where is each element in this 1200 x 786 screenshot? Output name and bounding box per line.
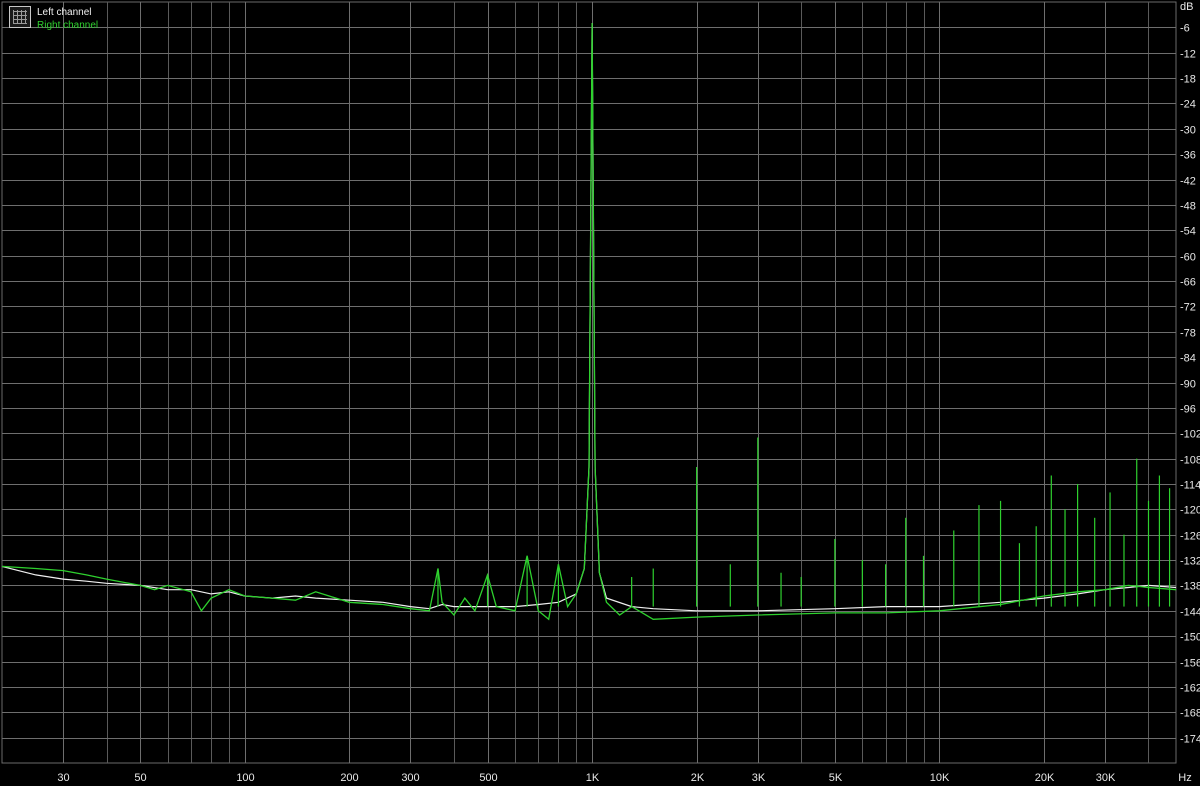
x-tick-label: 30K <box>1096 772 1116 784</box>
y-tick-label: -96 <box>1180 404 1196 416</box>
x-tick-label: 50 <box>134 772 146 784</box>
legend-labels: Left channel Right channel <box>37 6 98 32</box>
y-tick-label: -162 <box>1180 683 1200 695</box>
x-tick-label: 5K <box>829 772 843 784</box>
y-tick-label: -42 <box>1180 176 1196 188</box>
y-tick-label: -48 <box>1180 201 1196 213</box>
y-tick-label: -24 <box>1180 99 1196 111</box>
y-tick-label: -150 <box>1180 632 1200 644</box>
y-tick-label: -168 <box>1180 708 1200 720</box>
grid-toggle-icon[interactable] <box>9 6 31 28</box>
y-tick-label: -12 <box>1180 49 1196 61</box>
y-tick-label: -156 <box>1180 658 1200 670</box>
y-tick-label: -90 <box>1180 379 1196 391</box>
x-unit-label: Hz <box>1178 772 1191 784</box>
x-tick-label: 1K <box>586 772 600 784</box>
y-tick-label: -78 <box>1180 328 1196 340</box>
y-tick-label: -144 <box>1180 607 1200 619</box>
y-tick-label: -84 <box>1180 353 1196 365</box>
y-tick-label: -30 <box>1180 125 1196 137</box>
spectrum-plot: 30 50 100 200 300 500 1K 2K 3K 5K 10K 20K 30K Hz -6 -12… <box>1 1 1200 784</box>
y-tick-label: -60 <box>1180 252 1196 264</box>
x-tick-label: 2K <box>691 772 705 784</box>
x-tick-label: 100 <box>236 772 254 784</box>
x-tick-label: 20K <box>1035 772 1055 784</box>
y-tick-label: -174 <box>1180 734 1200 746</box>
y-tick-label: -54 <box>1180 226 1196 238</box>
y-tick-label: -18 <box>1180 74 1196 86</box>
legend-left-channel: Left channel <box>37 7 92 18</box>
y-tick-label: -108 <box>1180 455 1200 467</box>
y-tick-label: -66 <box>1180 277 1196 289</box>
x-tick-label: 3K <box>752 772 766 784</box>
legend: Left channel Right channel <box>9 6 98 32</box>
y-tick-label: -114 <box>1180 480 1200 492</box>
x-tick-label: 300 <box>401 772 419 784</box>
y-tick-label: -36 <box>1180 150 1196 162</box>
y-tick-label: -72 <box>1180 302 1196 314</box>
x-tick-label: 10K <box>930 772 950 784</box>
y-tick-label: -120 <box>1180 505 1200 517</box>
y-tick-label: -138 <box>1180 581 1200 593</box>
y-unit-label: dB <box>1180 1 1193 13</box>
x-tick-label: 30 <box>57 772 69 784</box>
y-tick-label: -102 <box>1180 429 1200 441</box>
x-tick-label: 500 <box>479 772 497 784</box>
y-tick-label: -126 <box>1180 531 1200 543</box>
legend-right-channel: Right channel <box>37 20 99 31</box>
spectrum-analyzer-view: 30 50 100 200 300 500 1K 2K 3K 5K 10K 20K 30K Hz -6 -12… <box>0 0 1200 786</box>
x-tick-label: 200 <box>340 772 358 784</box>
y-tick-label: -6 <box>1180 23 1190 35</box>
y-tick-label: -132 <box>1180 556 1200 568</box>
